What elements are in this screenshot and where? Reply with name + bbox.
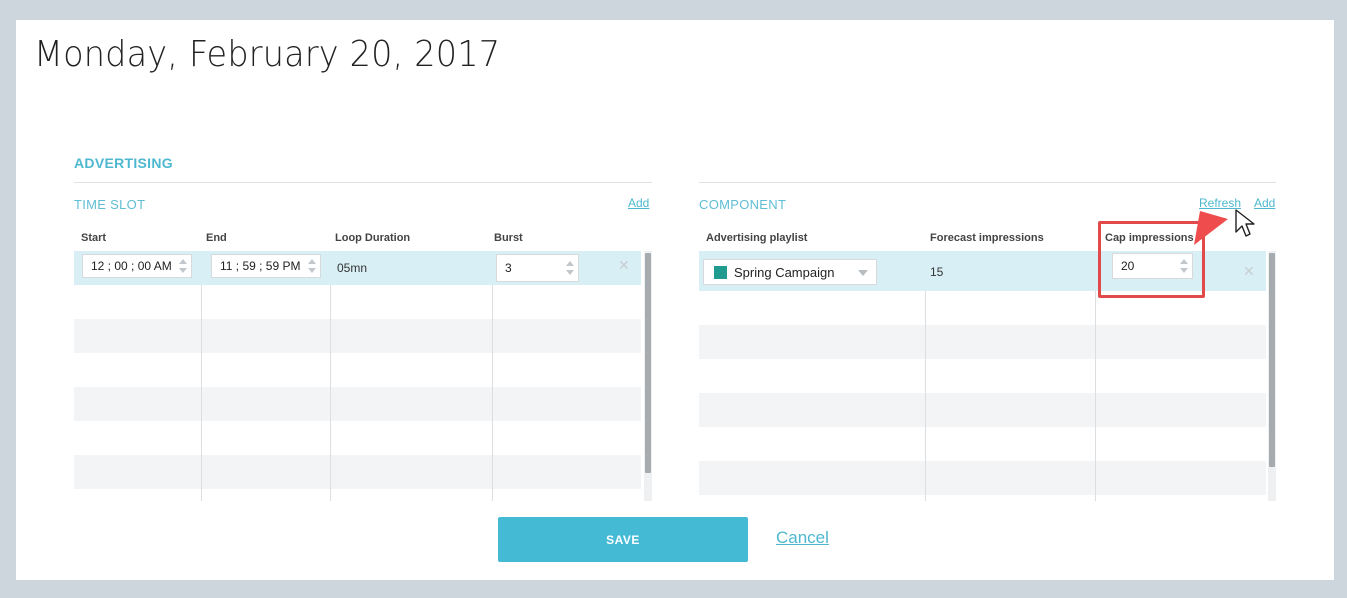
table-row-empty (74, 455, 641, 489)
column-header-advertising-playlist: Advertising playlist (706, 232, 808, 244)
component-scrollbar[interactable] (1268, 251, 1276, 501)
time-slot-add-link[interactable]: Add (628, 196, 649, 210)
scrollbar-thumb[interactable] (645, 253, 651, 473)
column-divider (330, 285, 331, 501)
scrollbar-thumb[interactable] (1269, 253, 1275, 467)
start-time-input[interactable]: 12 ; 00 ; 00 AM (82, 254, 192, 278)
table-row-empty (74, 387, 641, 421)
spinner-arrows-icon[interactable] (178, 257, 188, 275)
table-row-empty (74, 319, 641, 353)
table-row-empty (699, 461, 1266, 495)
end-time-value: 11 ; 59 ; 59 PM (220, 259, 301, 273)
column-header-loop-duration: Loop Duration (335, 232, 411, 244)
column-header-forecast-impressions: Forecast impressions (930, 232, 1044, 244)
close-icon[interactable]: ✕ (1243, 263, 1255, 280)
time-slot-scrollbar[interactable] (644, 251, 652, 501)
component-top-divider (699, 182, 1276, 183)
forecast-impressions-value: 15 (930, 265, 944, 279)
spinner-arrows-icon[interactable] (307, 257, 317, 275)
advertising-playlist-select[interactable]: Spring Campaign (703, 259, 877, 285)
playlist-color-swatch (714, 265, 727, 279)
time-slot-grid (74, 251, 641, 501)
column-header-burst: Burst (494, 232, 523, 244)
column-header-end: End (206, 232, 227, 244)
playlist-value: Spring Campaign (734, 264, 835, 280)
cancel-link[interactable]: Cancel (776, 528, 829, 548)
annotation-arrow-icon (1194, 211, 1228, 245)
component-title: COMPONENT (699, 197, 787, 212)
table-row-empty (699, 325, 1266, 359)
page-title: Monday, February 20, 2017 (34, 34, 501, 75)
time-slot-title: TIME SLOT (74, 197, 146, 212)
burst-value: 3 (505, 261, 512, 275)
loop-duration-value: 05mn (337, 261, 368, 275)
table-row-empty (699, 393, 1266, 427)
burst-input[interactable]: 3 (496, 254, 579, 282)
spinner-arrows-icon[interactable] (565, 259, 575, 277)
column-divider (1095, 291, 1096, 501)
chevron-down-icon[interactable] (858, 270, 868, 276)
column-divider (492, 285, 493, 501)
column-header-start: Start (81, 232, 107, 244)
save-button[interactable]: SAVE (498, 517, 748, 562)
close-icon[interactable]: ✕ (618, 257, 630, 274)
advertising-divider (74, 182, 652, 183)
advertising-section-title: ADVERTISING (74, 155, 173, 171)
column-divider (201, 285, 202, 501)
end-time-input[interactable]: 11 ; 59 ; 59 PM (211, 254, 321, 278)
column-divider (925, 291, 926, 501)
start-time-value: 12 ; 00 ; 00 AM (91, 259, 172, 273)
mouse-cursor-icon (1235, 209, 1255, 237)
component-add-link[interactable]: Add (1254, 196, 1275, 210)
highlight-box (1098, 221, 1205, 298)
